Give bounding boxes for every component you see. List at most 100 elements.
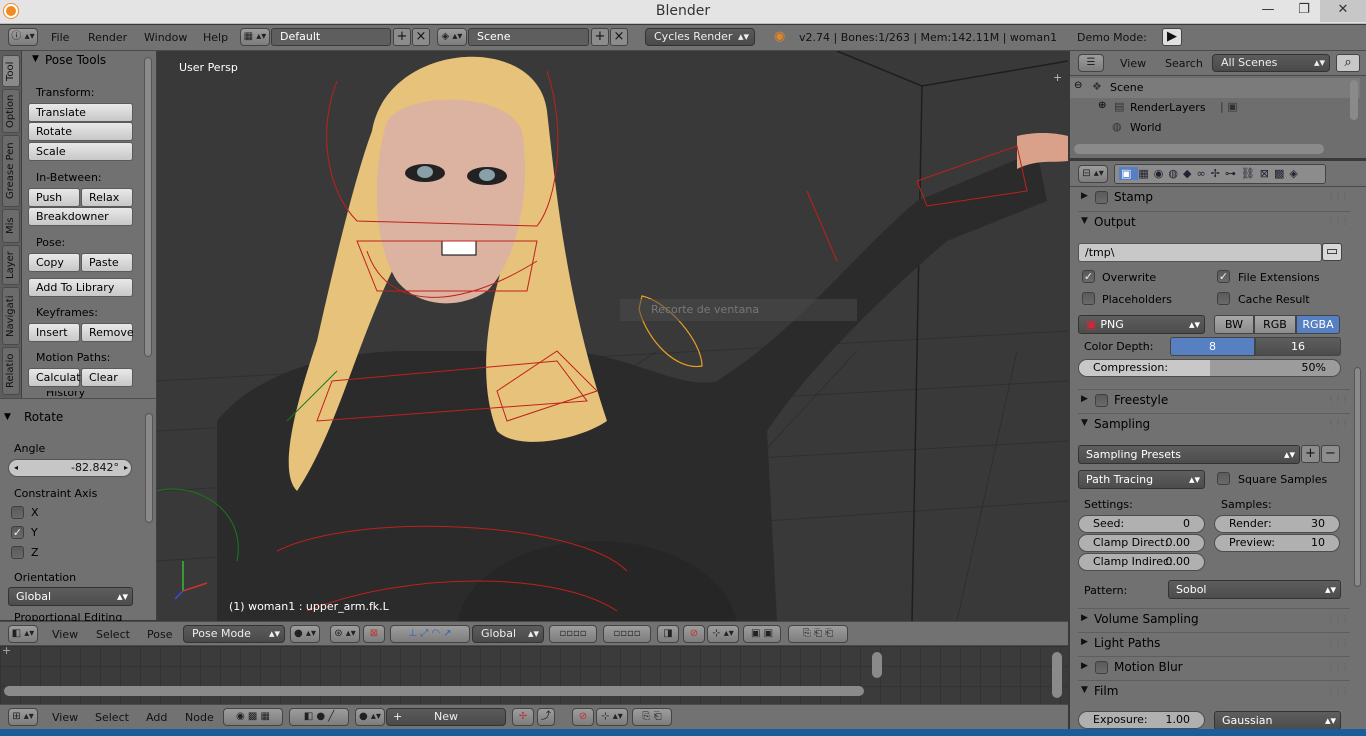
cache-result-checkbox[interactable] <box>1217 292 1230 305</box>
node-tree-type-icon[interactable]: ◉ ▩ ▦ <box>223 708 283 726</box>
scene-layers-icon[interactable]: ▫▫▫▫ <box>549 625 597 643</box>
stamp-checkbox[interactable] <box>1095 191 1108 204</box>
layout-name-field[interactable]: Default <box>271 28 391 46</box>
integrator-dropdown[interactable]: Path Tracing ▴▾ <box>1078 470 1205 489</box>
collapse-arrow-icon[interactable]: ▼ <box>32 54 39 64</box>
axis-z-checkbox[interactable] <box>11 546 24 559</box>
transform-orientation-dropdown[interactable]: Global ▴▾ <box>472 625 544 643</box>
remove-preset-icon[interactable]: − <box>1321 445 1340 463</box>
color-rgba-button[interactable]: RGBA <box>1296 315 1340 334</box>
operator-scrollbar[interactable] <box>145 413 153 523</box>
drag-handle-icon[interactable]: ⋮⋮⋮ <box>1327 614 1349 623</box>
motion-blur-checkbox[interactable] <box>1095 661 1108 674</box>
placeholders-checkbox[interactable] <box>1082 292 1095 305</box>
rotate-button[interactable]: Rotate <box>28 122 133 141</box>
tab-tool[interactable]: Tool <box>2 55 20 87</box>
editor-type-properties-icon[interactable]: ⊟ ▴▾ <box>1078 165 1108 183</box>
menu-select[interactable]: Select <box>95 711 129 724</box>
remove-layout-icon[interactable]: × <box>412 28 430 46</box>
translate-button[interactable]: Translate <box>28 103 133 122</box>
color-bw-button[interactable]: BW <box>1214 315 1254 334</box>
sampling-presets-dropdown[interactable]: Sampling Presets ▴▾ <box>1078 445 1300 464</box>
menu-window[interactable]: Window <box>144 31 187 44</box>
orientation-dropdown[interactable]: Global ▴▾ <box>8 587 133 606</box>
tab-navigation[interactable]: Navigati <box>2 287 20 345</box>
push-button[interactable]: Push <box>28 188 80 207</box>
menu-select[interactable]: Select <box>96 628 130 641</box>
close-button[interactable]: ✕ <box>1320 0 1366 22</box>
layout-picker-icon[interactable]: ▦ ▴▾ <box>240 28 270 46</box>
color-depth-8-button[interactable]: 8 <box>1170 337 1255 356</box>
clamp-indirect-field[interactable]: Clamp Indirec: 0.00 <box>1078 553 1205 571</box>
scene-picker-icon[interactable]: ◈ ▴▾ <box>437 28 467 46</box>
outliner-h-scrollbar[interactable] <box>1074 144 1324 154</box>
auto-keying-icon[interactable]: ⊘ <box>683 625 705 643</box>
mode-dropdown[interactable]: Pose Mode ▴▾ <box>183 625 285 643</box>
tab-grease-pencil[interactable]: Grease Pen <box>2 135 20 207</box>
tool-shelf-scrollbar[interactable] <box>144 57 152 357</box>
light-paths-section[interactable]: ▶ Light Paths ⋮⋮⋮ <box>1078 632 1350 654</box>
drag-handle-icon[interactable]: ⋮⋮⋮ <box>1327 686 1349 695</box>
menu-help[interactable]: Help <box>203 31 228 44</box>
render-layer-toggle-icon[interactable]: | ▣ <box>1220 100 1238 113</box>
overwrite-checkbox[interactable]: ✓ <box>1082 270 1095 283</box>
clear-paths-button[interactable]: Clear <box>81 368 133 387</box>
seed-field[interactable]: Seed: 0 <box>1078 515 1205 533</box>
horizontal-scrollbar[interactable] <box>4 686 864 696</box>
snap-icon[interactable]: ⊹ ▴▾ <box>707 625 739 643</box>
maximize-button[interactable]: ❐ <box>1284 0 1324 22</box>
drag-handle-icon[interactable]: ⋮⋮⋮ <box>1327 217 1349 226</box>
remove-keyframe-button[interactable]: Remove <box>81 323 134 342</box>
menu-pose[interactable]: Pose <box>147 628 172 641</box>
decrement-arrow-icon[interactable]: ◂ <box>14 460 18 476</box>
add-to-library-button[interactable]: Add To Library <box>28 278 133 297</box>
paste-pose-button[interactable]: Paste <box>81 253 133 272</box>
editor-type-outliner-icon[interactable]: ☰ <box>1078 54 1104 72</box>
zoom-slider[interactable] <box>872 652 882 678</box>
menu-add[interactable]: Add <box>146 711 167 724</box>
menu-render[interactable]: Render <box>88 31 127 44</box>
play-icon[interactable]: ▶ <box>1162 28 1182 46</box>
outliner-v-scrollbar[interactable] <box>1350 80 1358 120</box>
menu-file[interactable]: File <box>51 31 69 44</box>
region-expand-icon[interactable]: + <box>2 644 11 657</box>
tab-misc[interactable]: Mis <box>2 209 20 243</box>
property-context-tabs[interactable]: ▣ ▦◉◍◆∞✢⊶⛓⊠▩◈ <box>1114 164 1326 184</box>
folder-browse-icon[interactable]: ▭ <box>1322 243 1342 261</box>
pose-copy-paste-icon[interactable]: ⎘ ⎗ ⎗ <box>788 625 848 643</box>
display-mode-dropdown[interactable]: All Scenes ▴▾ <box>1212 54 1330 72</box>
axis-y-checkbox[interactable]: ✓ <box>11 526 24 539</box>
minimize-button[interactable]: — <box>1248 0 1288 22</box>
vertical-scrollbar[interactable] <box>1052 652 1062 698</box>
region-expand-icon[interactable]: + <box>1053 71 1062 84</box>
menu-node[interactable]: Node <box>185 711 214 724</box>
preview-samples-field[interactable]: Preview: 10 <box>1214 534 1340 552</box>
menu-view[interactable]: View <box>52 711 78 724</box>
history-panel-header[interactable]: History <box>46 391 85 398</box>
render-context-icon[interactable]: ▣ <box>1119 167 1139 180</box>
search-icon[interactable]: ⌕ <box>1336 54 1360 72</box>
insert-keyframe-button[interactable]: Insert <box>28 323 80 342</box>
copy-paste-nodes-icon[interactable]: ⎘ ⎗ <box>632 708 672 726</box>
output-section[interactable]: ▼ Output ⋮⋮⋮ <box>1078 211 1350 233</box>
collapse-icon[interactable]: ⊖ <box>1074 80 1082 91</box>
render-engine-dropdown[interactable]: Cycles Render ▴▾ <box>645 28 755 46</box>
shader-type-icon[interactable]: ◧ ● ╱ <box>289 708 349 726</box>
drag-handle-icon[interactable]: ⋮⋮⋮ <box>1327 638 1349 647</box>
menu-search[interactable]: Search <box>1165 57 1203 70</box>
add-scene-icon[interactable]: + <box>591 28 609 46</box>
menu-view[interactable]: View <box>1120 57 1146 70</box>
volume-sampling-section[interactable]: ▶ Volume Sampling ⋮⋮⋮ <box>1078 608 1350 630</box>
editor-type-3d-icon[interactable]: ◧ ▴▾ <box>8 625 38 643</box>
scale-button[interactable]: Scale <box>28 142 133 161</box>
node-editor-area[interactable]: + <box>0 644 1068 704</box>
sampling-section[interactable]: ▼ Sampling ⋮⋮⋮ <box>1078 413 1350 435</box>
editor-type-node-icon[interactable]: ⊞ ▴▾ <box>8 708 38 726</box>
compression-slider[interactable]: Compression: 50% <box>1078 359 1341 377</box>
3d-viewport[interactable]: User Persp (1) woman1 : upper_arm.fk.L R… <box>157 51 1068 621</box>
stamp-section[interactable]: ▶ Stamp ⋮⋮⋮ <box>1078 187 1350 209</box>
material-browse-icon[interactable]: ● ▴▾ <box>355 708 385 726</box>
freestyle-checkbox[interactable] <box>1095 394 1108 407</box>
pixel-filter-dropdown[interactable]: Gaussian ▴▾ <box>1214 711 1341 730</box>
axis-x-checkbox[interactable] <box>11 506 24 519</box>
